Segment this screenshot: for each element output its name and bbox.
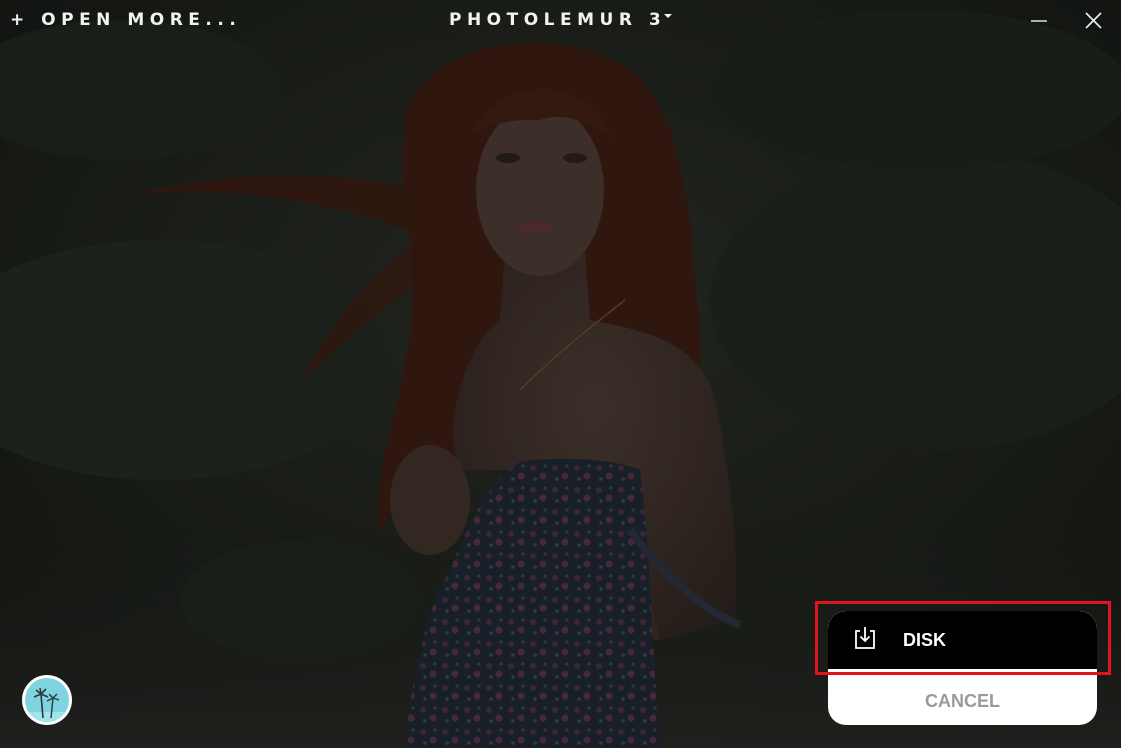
open-more-button[interactable]: + OPEN MORE... <box>10 10 241 30</box>
app-title-menu[interactable]: PHOTOLEMUR 3 <box>449 10 673 30</box>
avatar[interactable] <box>22 675 72 725</box>
disk-label: DISK <box>903 630 947 650</box>
close-icon <box>1085 12 1102 29</box>
save-to-disk-icon <box>855 627 875 649</box>
app-title: PHOTOLEMUR 3 <box>449 10 667 30</box>
disk-button[interactable]: DISK <box>828 611 1097 669</box>
export-menu: DISK CANCEL <box>828 611 1097 725</box>
close-button[interactable] <box>1079 6 1109 36</box>
cancel-button[interactable]: CANCEL <box>828 669 1097 725</box>
palm-trees-avatar-icon <box>25 678 69 722</box>
minimize-icon <box>1031 20 1047 22</box>
minimize-button[interactable] <box>1024 6 1054 36</box>
photolemur-window: + OPEN MORE... PHOTOLEMUR 3 DISK CANCEL <box>0 0 1121 748</box>
cancel-label: CANCEL <box>925 691 1000 711</box>
caret-down-icon <box>664 14 673 18</box>
